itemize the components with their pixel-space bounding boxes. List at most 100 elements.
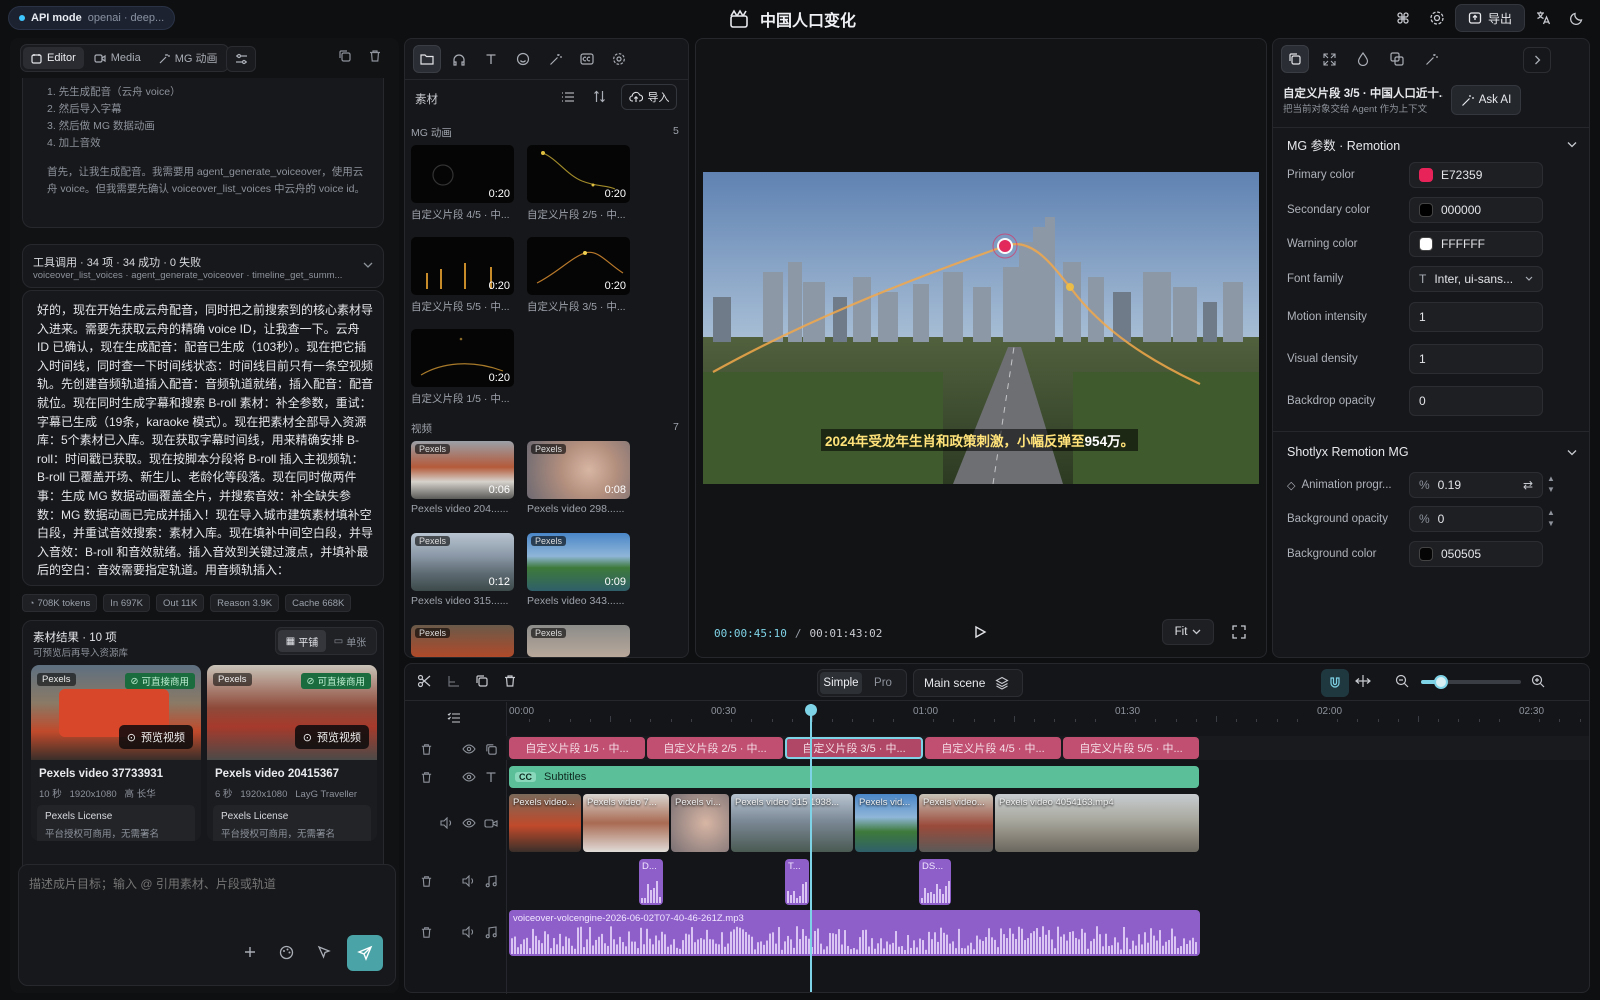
caption-cc-icon[interactable]	[573, 45, 601, 73]
track-list-icon[interactable]	[447, 712, 461, 724]
primary-color-field[interactable]: E72359	[1409, 162, 1543, 188]
voiceover-clip[interactable]: voiceover-volcengine-2026-06-02T07-40-46…	[509, 910, 1200, 956]
background-opacity-input[interactable]: % 0	[1409, 506, 1543, 532]
composer-input[interactable]	[29, 875, 385, 931]
video-thumbnail[interactable]: Pexels 0:08	[527, 441, 630, 499]
video-clip[interactable]: Pexels video 315 1938...	[731, 794, 853, 852]
api-mode-pill[interactable]: API mode openai · deep...	[8, 6, 176, 30]
dark-mode-moon-icon[interactable]	[1564, 6, 1590, 30]
expand-arrows-icon[interactable]	[1315, 45, 1343, 73]
asset-result-card[interactable]: Pexels ⊘ 可直接商用 ⊙ 预览视频 Pexels video 3773393…	[31, 665, 201, 841]
mode-pro-button[interactable]: Pro	[862, 672, 904, 694]
drop-icon[interactable]	[1349, 45, 1377, 73]
mg-thumbnail[interactable]: 0:20	[527, 145, 630, 203]
plus-icon[interactable]	[243, 945, 257, 959]
trash-icon[interactable]	[417, 923, 435, 941]
play-icon[interactable]	[973, 625, 987, 639]
stepper-arrows-icon[interactable]: ▲ ▼	[1547, 473, 1555, 495]
zoom-slider[interactable]	[1421, 675, 1521, 689]
zoom-out-icon[interactable]	[1395, 674, 1409, 688]
send-button[interactable]	[347, 935, 383, 971]
stepper-arrows-icon[interactable]: ▲ ▼	[1547, 507, 1555, 529]
mg-thumbnail[interactable]: 0:20	[411, 237, 514, 295]
magic-wand-icon[interactable]	[541, 45, 569, 73]
asset-result-card[interactable]: Pexels ⊘ 可直接商用 ⊙ 预览视频 Pexels video 2041536…	[207, 665, 377, 841]
tab-mg-animation[interactable]: MG 动画	[151, 47, 226, 69]
filter-sliders-icon[interactable]	[226, 46, 256, 72]
video-thumbnail[interactable]: Pexels 0:09	[527, 533, 630, 591]
speaker-icon[interactable]	[460, 872, 478, 890]
eye-icon[interactable]	[460, 814, 478, 832]
headphones-icon[interactable]	[445, 45, 473, 73]
tab-media[interactable]: Media	[86, 47, 149, 69]
mode-simple-button[interactable]: Simple	[820, 672, 862, 694]
pointer-cursor-icon[interactable]	[317, 945, 331, 959]
subtitles-clip[interactable]: CC Subtitles	[509, 766, 1199, 788]
keyframe-diamond-icon[interactable]: ◇	[1287, 479, 1295, 492]
list-view-icon[interactable]	[561, 91, 575, 103]
animation-progress-input[interactable]: % 0.19 ⇄	[1409, 472, 1543, 498]
video-clip[interactable]: Pexels video 7...	[583, 794, 669, 852]
visual-density-input[interactable]: 1	[1409, 344, 1543, 374]
translate-icon[interactable]	[1530, 6, 1556, 30]
shotlyx-section-header[interactable]: Shotlyx Remotion MG	[1287, 445, 1577, 459]
chevron-right-icon[interactable]	[1523, 47, 1551, 73]
zoom-in-icon[interactable]	[1531, 674, 1545, 688]
trash-icon[interactable]	[417, 768, 435, 786]
reset-icon[interactable]: ⇄	[1523, 478, 1533, 492]
tab-editor[interactable]: Editor	[23, 47, 84, 69]
zoom-slider-knob[interactable]	[1434, 675, 1448, 689]
video-thumbnail[interactable]: Pexels 0:12	[411, 533, 514, 591]
split-icon[interactable]	[447, 674, 461, 688]
command-icon[interactable]	[1390, 6, 1416, 30]
mg-thumbnail[interactable]: 0:20	[411, 329, 514, 387]
sfx-clip[interactable]: T...	[785, 859, 809, 905]
gear-icon[interactable]	[605, 45, 633, 73]
trash-icon[interactable]	[503, 674, 517, 688]
duplicate-icon[interactable]	[475, 674, 489, 688]
trash-icon[interactable]	[417, 740, 435, 758]
playhead[interactable]	[805, 704, 817, 992]
export-button[interactable]: 导出	[1455, 4, 1525, 32]
palette-icon[interactable]	[279, 945, 294, 960]
fit-dropdown[interactable]: Fit	[1162, 619, 1214, 645]
mg-thumbnail[interactable]: 0:20	[411, 145, 514, 203]
eye-icon[interactable]	[460, 768, 478, 786]
trash-icon[interactable]	[417, 872, 435, 890]
overlap-squares-icon[interactable]	[1383, 45, 1411, 73]
video-clip[interactable]: Pexels video...	[919, 794, 993, 852]
mg-clip[interactable]: 自定义片段 2/5 · 中...	[647, 737, 783, 759]
sfx-clip[interactable]: DS...	[919, 859, 951, 905]
fit-width-icon[interactable]	[1355, 674, 1371, 688]
motion-intensity-input[interactable]: 1	[1409, 302, 1543, 332]
mg-thumbnail[interactable]: 0:20	[527, 237, 630, 295]
preview-video-button[interactable]: ⊙ 预览视频	[294, 725, 369, 749]
sort-icon[interactable]	[593, 90, 606, 103]
video-clip[interactable]: Pexels vi...	[671, 794, 729, 852]
backdrop-opacity-input[interactable]: 0	[1409, 386, 1543, 416]
secondary-color-field[interactable]: 000000	[1409, 197, 1543, 223]
video-thumbnail[interactable]: Pexels 0:06	[411, 441, 514, 499]
sfx-clip[interactable]: D...	[639, 859, 663, 905]
view-grid-button[interactable]: ▦ 平铺	[278, 630, 326, 652]
mg-clip[interactable]: 自定义片段 1/5 · 中...	[509, 737, 645, 759]
mg-params-section-header[interactable]: MG 参数 · Remotion	[1287, 135, 1577, 154]
warning-color-field[interactable]: FFFFFF	[1409, 231, 1543, 257]
mg-clip[interactable]: 自定义片段 4/5 · 中...	[925, 737, 1061, 759]
magnet-snap-icon[interactable]	[1321, 669, 1349, 697]
ask-ai-button[interactable]: Ask AI	[1451, 85, 1521, 115]
eye-icon[interactable]	[460, 740, 478, 758]
magic-wand-icon[interactable]	[1417, 45, 1445, 73]
video-frame[interactable]: 2024年受龙年生肖和政策刺激，小幅反弹至954万。	[703, 172, 1259, 484]
view-single-button[interactable]: ▭ 单张	[326, 630, 374, 652]
import-button[interactable]: 导入	[621, 84, 677, 110]
font-family-select[interactable]: T Inter, ui-sans...	[1409, 266, 1543, 292]
text-icon[interactable]	[477, 45, 505, 73]
scene-selector[interactable]: Main scene	[913, 669, 1023, 697]
playhead-handle[interactable]	[805, 704, 817, 716]
scissors-icon[interactable]	[417, 674, 431, 688]
fullscreen-icon[interactable]	[1232, 625, 1246, 639]
video-clip[interactable]: Pexels video 4054163.mp4	[995, 794, 1199, 852]
mg-clip-selected[interactable]: 自定义片段 3/5 · 中...	[785, 737, 923, 759]
mg-clip[interactable]: 自定义片段 5/5 · 中...	[1063, 737, 1199, 759]
